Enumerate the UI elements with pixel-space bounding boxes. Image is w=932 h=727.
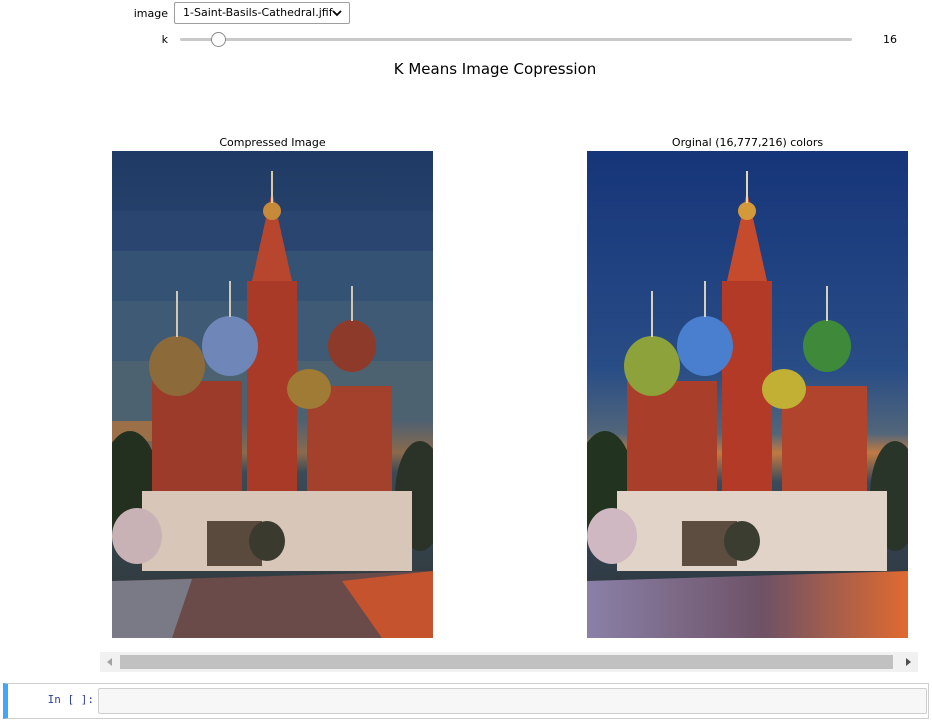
original-image-title: Orginal (16,777,216) colors	[671, 136, 824, 149]
image-label: image	[133, 7, 168, 20]
code-cell[interactable]: In [ ]:	[3, 683, 929, 719]
original-image	[587, 151, 908, 638]
compressed-image	[112, 151, 433, 638]
horizontal-scrollbar[interactable]	[100, 652, 918, 672]
code-input[interactable]	[98, 688, 927, 714]
compressed-image-title: Compressed Image	[219, 136, 326, 149]
k-slider-track[interactable]	[180, 38, 852, 41]
arrow-left-icon[interactable]	[105, 657, 115, 667]
arrow-right-icon[interactable]	[903, 657, 913, 667]
image-dropdown-value: 1-Saint-Basils-Cathedral.jfif	[183, 6, 333, 19]
chevron-down-icon	[332, 10, 342, 17]
figure-title: K Means Image Copression	[393, 60, 597, 78]
cell-prompt: In [ ]:	[47, 693, 94, 706]
k-slider-handle[interactable]	[211, 32, 226, 47]
scrollbar-thumb[interactable]	[120, 655, 893, 669]
image-dropdown[interactable]: 1-Saint-Basils-Cathedral.jfif	[174, 2, 350, 24]
k-label: k	[161, 33, 168, 46]
k-slider-readout: 16	[883, 33, 897, 46]
